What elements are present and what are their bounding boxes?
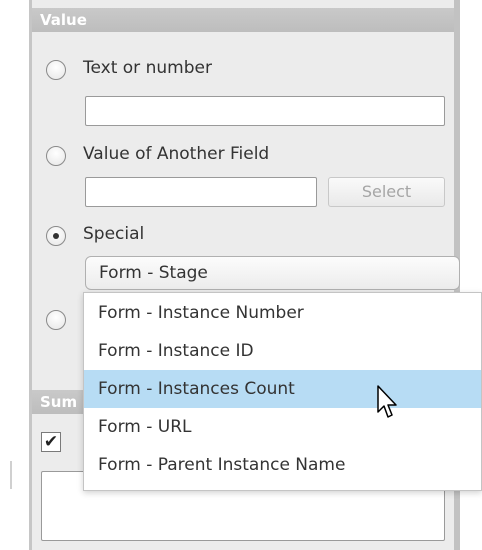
special-dropdown[interactable]: Form - Stage	[85, 256, 460, 290]
select-button[interactable]: Select	[328, 177, 445, 207]
special-options-list: Form - Instance Number Form - Instance I…	[83, 292, 482, 491]
radio-value-of-another-field[interactable]	[46, 146, 66, 166]
summary-checkbox[interactable]: ✔	[41, 432, 61, 452]
radio-fourth-option[interactable]	[46, 310, 66, 330]
option-instance-number[interactable]: Form - Instance Number	[84, 294, 481, 332]
option-instances-count[interactable]: Form - Instances Count	[84, 370, 481, 408]
radio-selected-dot	[53, 233, 59, 239]
radio-text-or-number[interactable]	[46, 60, 66, 80]
option-instance-id[interactable]: Form - Instance ID	[84, 332, 481, 370]
radio-label-special: Special	[83, 224, 145, 244]
splitter-handle[interactable]	[10, 461, 12, 489]
option-url[interactable]: Form - URL	[84, 408, 481, 446]
option-parent-instance-name[interactable]: Form - Parent Instance Name	[84, 446, 481, 484]
another-field-input[interactable]	[85, 177, 317, 207]
radio-special[interactable]	[46, 226, 66, 246]
radio-label-value-of-another-field: Value of Another Field	[83, 144, 270, 164]
value-section-header: Value	[32, 8, 454, 32]
radio-label-text-or-number: Text or number	[83, 58, 212, 78]
text-or-number-input[interactable]	[85, 96, 445, 126]
mouse-pointer-icon	[377, 385, 397, 418]
